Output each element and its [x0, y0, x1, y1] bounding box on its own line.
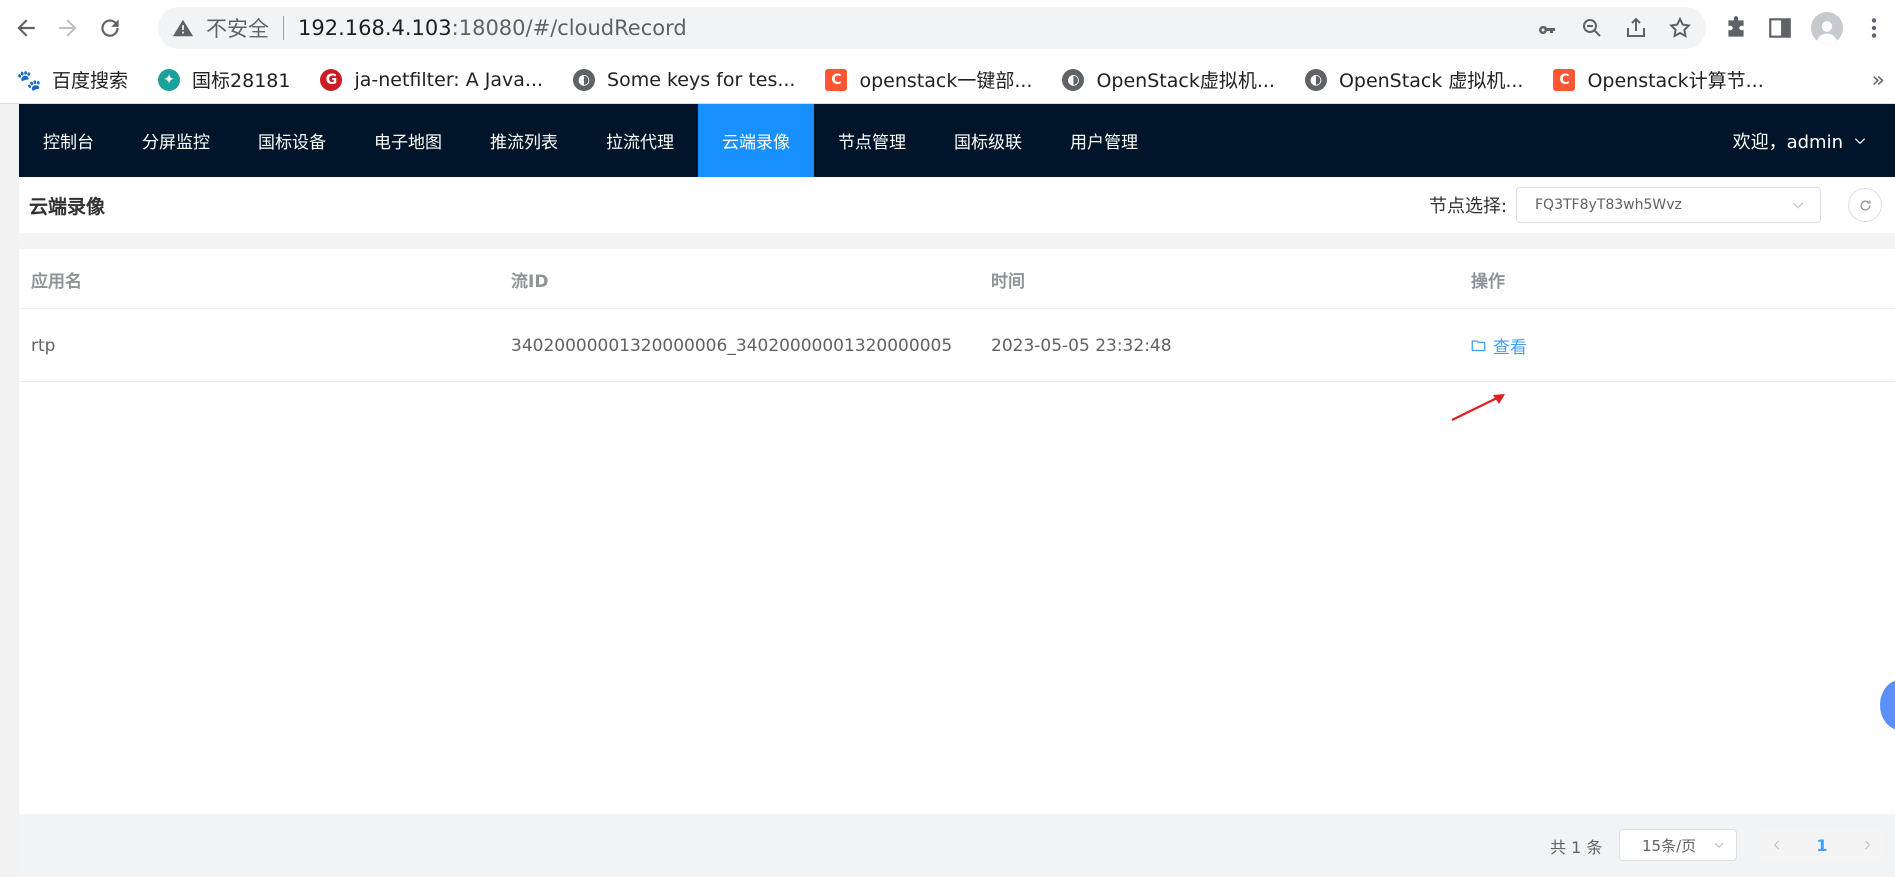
pagination-total: 共 1 条 — [1550, 837, 1603, 857]
table-header: 应用名 流ID 时间 操作 — [19, 249, 1895, 309]
bookmark-item[interactable]: G ja-netfilter: A Java... — [320, 68, 544, 91]
arrow-left-icon — [17, 19, 35, 37]
globe-icon: ◐ — [573, 68, 596, 91]
top-nav: 控制台 分屏监控 国标设备 电子地图 推流列表 拉流代理 云端录像 节点管理 国… — [19, 104, 1895, 177]
cell-action: 查看 — [1471, 309, 1527, 382]
chevron-down-icon — [1714, 842, 1724, 849]
header-stream: 流ID — [511, 271, 549, 292]
nav-item-gb-cascade[interactable]: 国标级联 — [930, 104, 1046, 177]
bookmark-item[interactable]: ◐ OpenStack 虚拟机... — [1304, 66, 1524, 93]
chevron-right-icon — [1864, 840, 1871, 850]
bookmark-item[interactable]: C openstack一键部... — [825, 66, 1032, 93]
bookmark-item[interactable]: 🐾 百度搜索 — [16, 66, 129, 93]
side-panel-icon[interactable] — [1767, 15, 1793, 41]
address-separator — [283, 16, 284, 40]
bookmark-label: Some keys for tes... — [607, 68, 796, 91]
nav-item-dashboard[interactable]: 控制台 — [19, 104, 118, 177]
node-select-label: 节点选择: — [1429, 196, 1508, 217]
bookmark-label: 国标28181 — [192, 70, 291, 92]
refresh-icon — [1860, 200, 1870, 210]
bookmark-label: ja-netfilter: A Java... — [354, 68, 544, 91]
profile-avatar[interactable] — [1811, 12, 1843, 44]
pagination: 共 1 条 15条/页 1 — [19, 814, 1895, 877]
bookmark-item[interactable]: ◐ OpenStack虚拟机... — [1062, 66, 1275, 93]
nav-item-split-monitor[interactable]: 分屏监控 — [118, 104, 234, 177]
cell-app: rtp — [31, 335, 56, 356]
bookmarks-overflow-icon[interactable]: » — [1872, 56, 1885, 104]
key-icon[interactable] — [1536, 16, 1560, 40]
node-select[interactable]: FQ3TF8yT83wh5Wvz — [1516, 187, 1821, 223]
record-table: 应用名 流ID 时间 操作 rtp 34020000001320000006_3… — [19, 249, 1895, 814]
chevron-left-icon — [1773, 840, 1780, 850]
bookmark-item[interactable]: ◐ Some keys for tes... — [573, 68, 796, 91]
refresh-button[interactable] — [1848, 188, 1882, 222]
folder-icon — [1471, 340, 1486, 352]
zoom-out-icon[interactable] — [1580, 16, 1604, 40]
bookmark-label: OpenStack 虚拟机... — [1338, 70, 1524, 92]
browser-toolbar: 不安全 192.168.4.103 :18080/#/cloudRecord — [0, 0, 1895, 56]
person-icon — [1816, 21, 1838, 44]
url-path: :18080/#/cloudRecord — [451, 16, 687, 40]
nav-item-map[interactable]: 电子地图 — [350, 104, 466, 177]
star-icon[interactable] — [1668, 16, 1692, 40]
arrow-right-icon — [59, 19, 77, 37]
nav-item-push-list[interactable]: 推流列表 — [466, 104, 582, 177]
nav-item-user-manage[interactable]: 用户管理 — [1046, 104, 1162, 177]
cell-time: 2023-05-05 23:32:48 — [991, 335, 1172, 356]
forward-button[interactable] — [48, 8, 88, 48]
bookmark-label: OpenStack虚拟机... — [1096, 70, 1275, 92]
view-label: 查看 — [1493, 338, 1527, 358]
csdn-icon: C — [825, 68, 848, 91]
chevron-down-icon — [1854, 137, 1866, 144]
back-button[interactable] — [6, 8, 46, 48]
share-icon[interactable] — [1624, 16, 1648, 40]
address-bar[interactable]: 不安全 192.168.4.103 :18080/#/cloudRecord — [158, 7, 1706, 49]
globe-icon: ◐ — [1062, 68, 1085, 91]
app-root: 控制台 分屏监控 国标设备 电子地图 推流列表 拉流代理 云端录像 节点管理 国… — [19, 104, 1895, 877]
bookmark-label: Openstack计算节... — [1587, 70, 1764, 92]
insecure-label: 不安全 — [206, 17, 269, 41]
extensions-icon[interactable] — [1723, 15, 1749, 41]
page-size-select[interactable]: 15条/页 — [1619, 829, 1737, 861]
user-menu[interactable]: 欢迎，admin — [1733, 104, 1867, 177]
prev-page-button[interactable] — [1759, 829, 1795, 861]
bookmark-item[interactable]: ✦ 国标28181 — [158, 66, 290, 93]
gitee-icon: G — [320, 68, 343, 91]
warning-icon — [172, 19, 194, 37]
reload-icon — [101, 19, 119, 37]
bookmarks-bar: 🐾 百度搜索 ✦ 国标28181 G ja-netfilter: A Java.… — [0, 56, 1895, 104]
bookmark-label: openstack一键部... — [859, 70, 1033, 92]
next-page-button[interactable] — [1849, 829, 1885, 861]
page-size-value: 15条/页 — [1642, 836, 1697, 855]
nav-item-node-manage[interactable]: 节点管理 — [814, 104, 930, 177]
header-app: 应用名 — [31, 271, 82, 292]
table-row: rtp 34020000001320000006_340200000013200… — [19, 309, 1895, 382]
csdn-icon: C — [1553, 68, 1576, 91]
nav-item-pull-proxy[interactable]: 拉流代理 — [582, 104, 698, 177]
view-button[interactable]: 查看 — [1471, 333, 1527, 358]
menu-dots-icon[interactable] — [1861, 15, 1887, 41]
reload-button[interactable] — [90, 8, 130, 48]
nav-item-cloud-record[interactable]: 云端录像 — [698, 104, 814, 177]
cell-stream: 34020000001320000006_3402000000132000000… — [511, 335, 953, 356]
bookmark-label: 百度搜索 — [52, 70, 129, 92]
node-select-value: FQ3TF8yT83wh5Wvz — [1535, 197, 1682, 213]
header-action: 操作 — [1471, 271, 1505, 292]
header-time: 时间 — [991, 271, 1025, 292]
page-number[interactable]: 1 — [1795, 829, 1849, 861]
globe-icon: ◐ — [1304, 68, 1327, 91]
user-welcome: 欢迎，admin — [1732, 131, 1843, 153]
nav-item-gb-devices[interactable]: 国标设备 — [234, 104, 350, 177]
annotation-arrow — [1451, 394, 1505, 421]
url-host: 192.168.4.103 — [298, 16, 452, 40]
baidu-icon: 🐾 — [16, 67, 42, 92]
page-header: 云端录像 节点选择: FQ3TF8yT83wh5Wvz — [19, 177, 1895, 233]
page-title: 云端录像 — [29, 195, 106, 218]
chevron-down-icon — [1792, 202, 1804, 209]
bookmark-item[interactable]: C Openstack计算节... — [1553, 66, 1764, 93]
bird-icon: ✦ — [158, 68, 181, 91]
